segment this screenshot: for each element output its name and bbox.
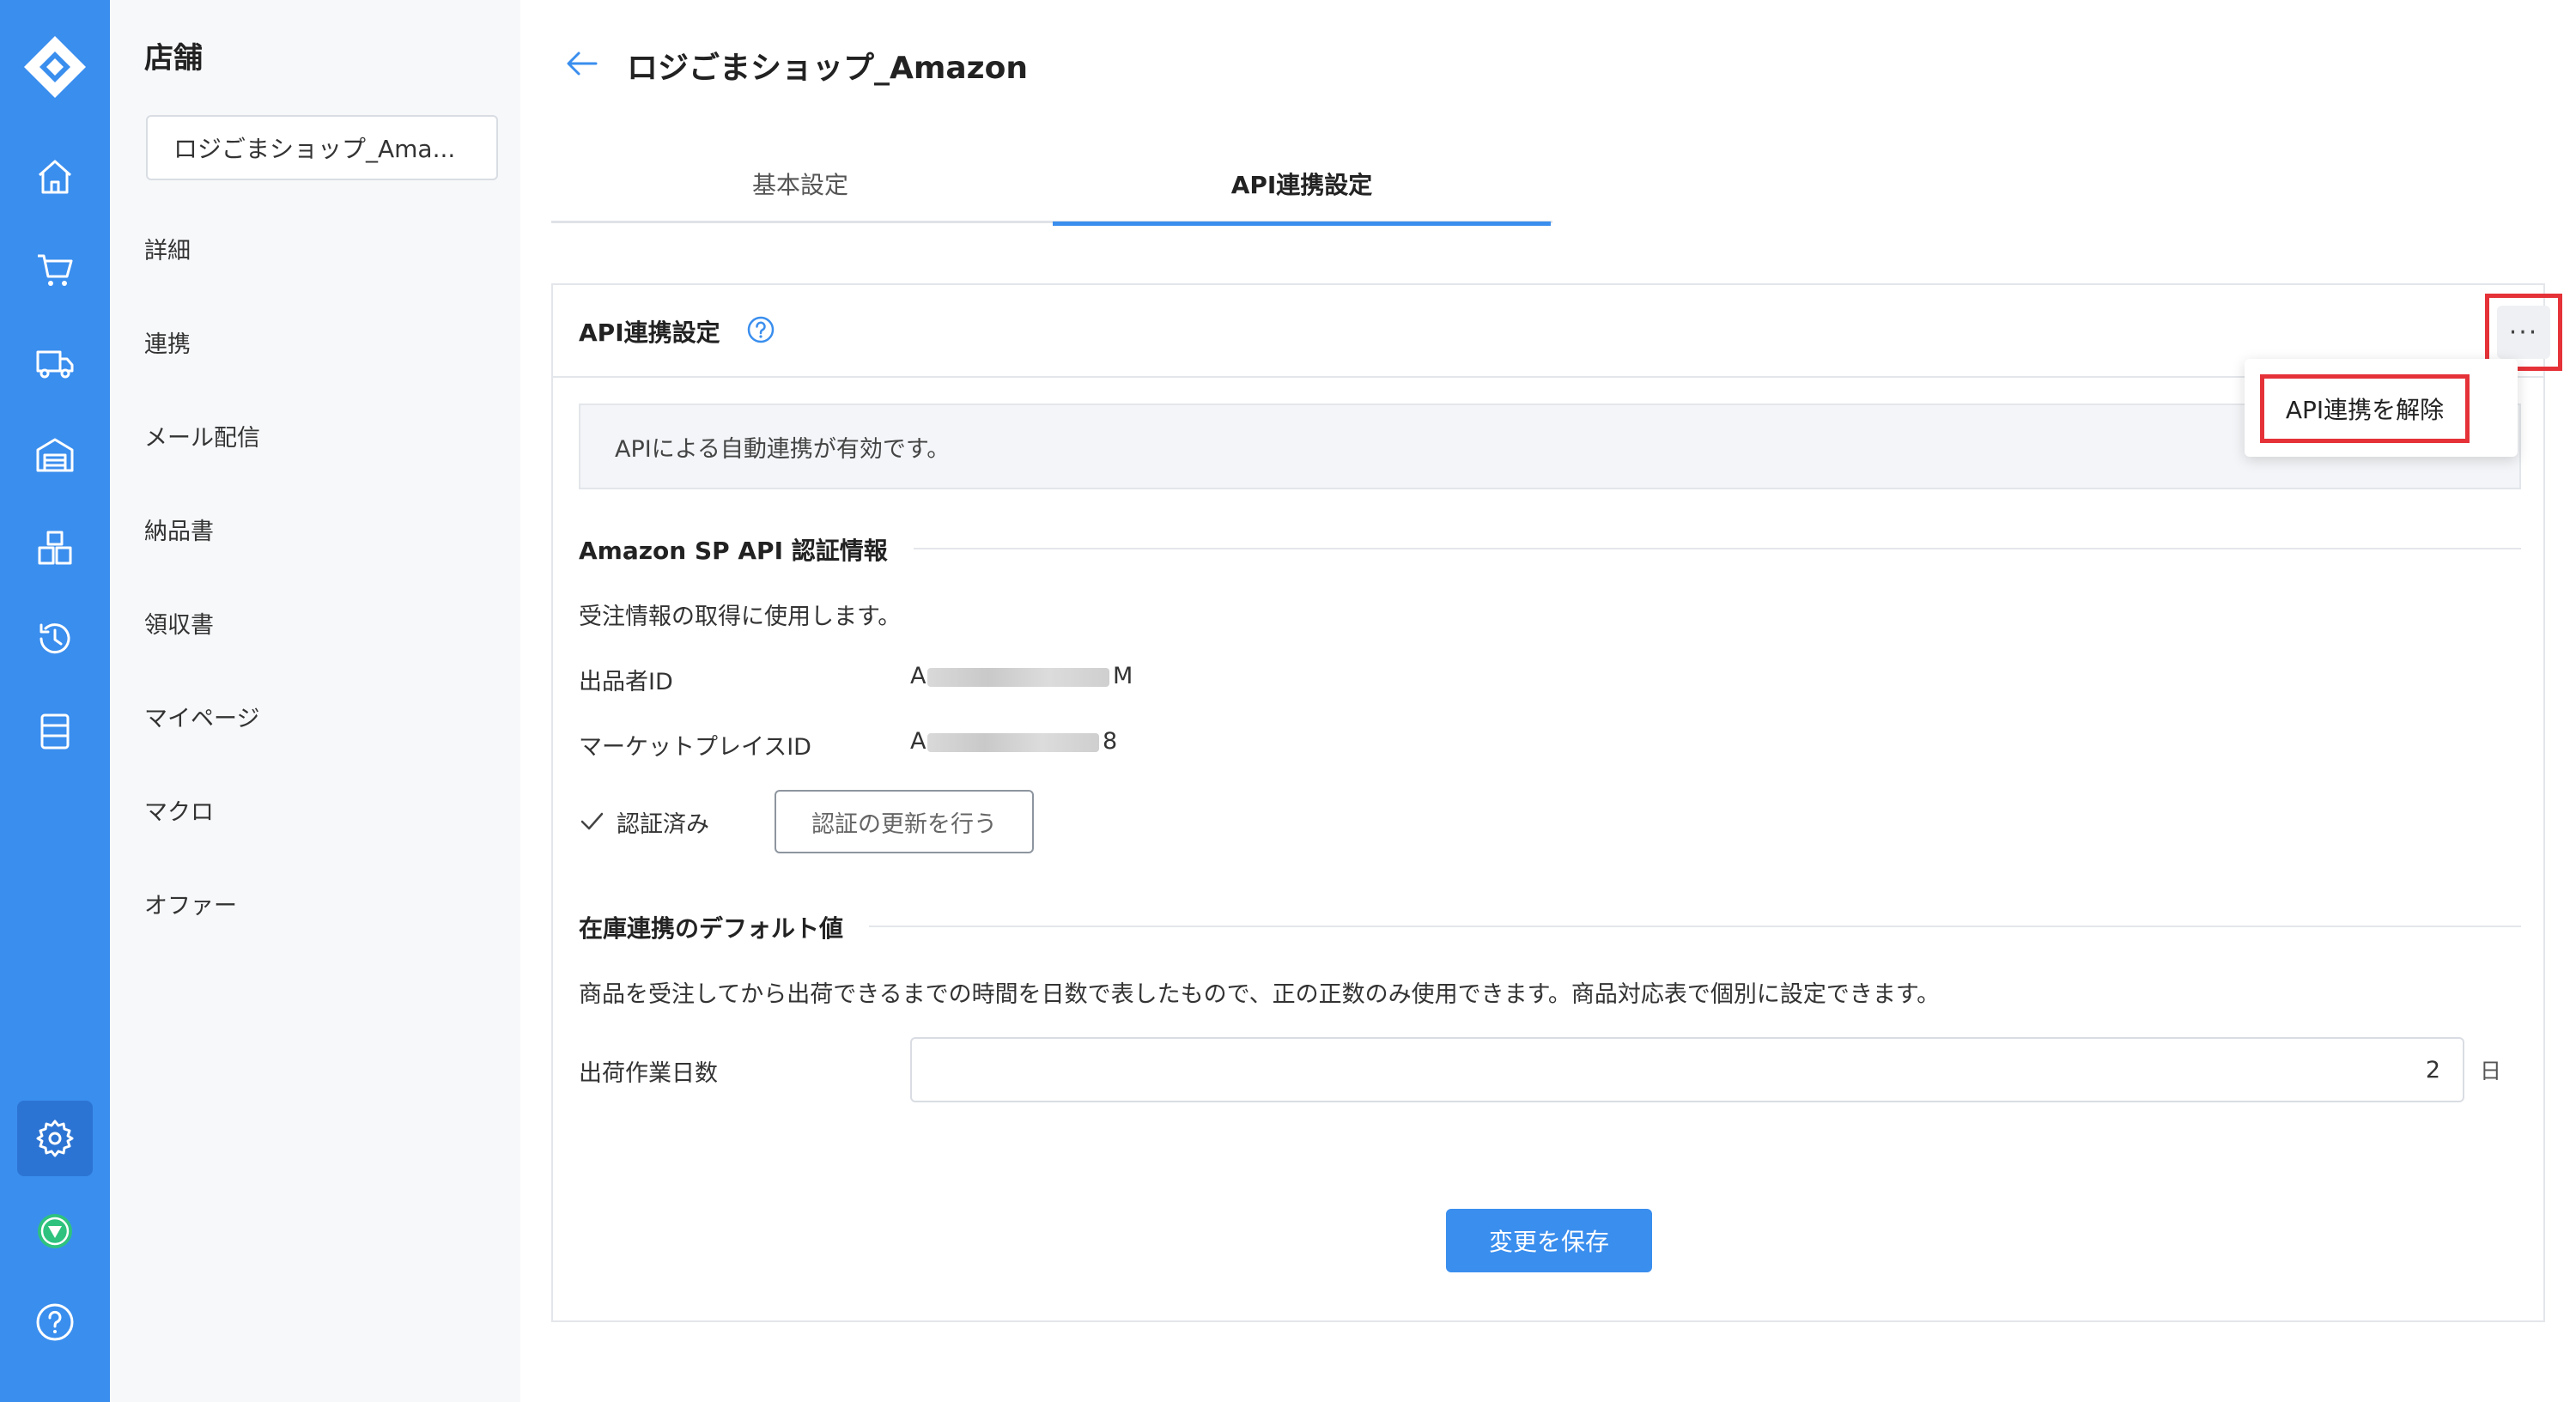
back-arrow-icon[interactable]	[565, 48, 599, 79]
marketplace-id-suffix: 8	[1103, 728, 1118, 755]
renew-auth-button[interactable]: 認証の更新を行う	[775, 790, 1034, 853]
help-circle-icon[interactable]	[21, 1288, 89, 1356]
divider	[579, 926, 2521, 927]
sidebar-item-macro[interactable]: マクロ	[144, 793, 214, 827]
sidebar-title: 店舗	[144, 41, 203, 76]
tab-api-settings[interactable]: API連携設定	[1053, 144, 1551, 226]
boxes-icon[interactable]	[21, 513, 89, 582]
brand-icon[interactable]	[21, 1197, 89, 1265]
shipping-days-input[interactable]: 2	[910, 1037, 2464, 1102]
seller-id-redacted	[927, 668, 1109, 687]
seller-id-suffix: M	[1113, 663, 1133, 689]
truck-icon[interactable]	[21, 328, 89, 397]
settings-icon[interactable]	[17, 1101, 93, 1176]
seller-id-label: 出品者ID	[579, 669, 673, 695]
icon-rail	[0, 0, 110, 1402]
marketplace-id-label: マーケットプレイスID	[579, 734, 811, 761]
home-icon[interactable]	[21, 143, 89, 211]
tab-basic-settings[interactable]: 基本設定	[551, 144, 1049, 223]
store-select[interactable]: ロジごまショップ_Ama...	[146, 115, 498, 180]
more-options-menu: API連携を解除	[2245, 359, 2518, 457]
sidebar-item-mail[interactable]: メール配信	[144, 419, 260, 452]
more-options-button[interactable]: ···	[2497, 306, 2550, 359]
save-button[interactable]: 変更を保存	[1446, 1209, 1652, 1272]
sidebar-item-delivery-note[interactable]: 納品書	[144, 513, 214, 546]
sidebar-item-details[interactable]: 詳細	[144, 232, 191, 265]
main-content: ロジごまショップ_Amazon 基本設定 API連携設定 API連携設定 ···…	[520, 0, 2576, 1402]
sidebar-item-mypage[interactable]: マイページ	[144, 700, 259, 733]
tab-bar: 基本設定 API連携設定	[551, 144, 1552, 226]
history-icon[interactable]	[21, 604, 89, 673]
app-logo-icon[interactable]	[21, 33, 89, 101]
disconnect-api-menu-item[interactable]: API連携を解除	[2260, 374, 2470, 443]
sp-api-description: 受注情報の取得に使用します。	[579, 604, 902, 630]
question-icon[interactable]	[745, 314, 776, 345]
warehouse-icon[interactable]	[21, 421, 89, 489]
settings-sidebar: 店舗 ロジごまショップ_Ama... 詳細 連携 メール配信 納品書 領収書 マ…	[110, 0, 520, 1402]
api-status-notice: APIによる自動連携が有効です。	[579, 404, 2521, 489]
card-title: API連携設定	[579, 319, 720, 347]
marketplace-id-prefix: A	[910, 728, 927, 755]
sidebar-item-receipt[interactable]: 領収書	[144, 606, 214, 640]
seller-id-prefix: A	[910, 663, 927, 689]
cart-icon[interactable]	[21, 235, 89, 304]
check-icon	[579, 809, 605, 835]
marketplace-id-redacted	[927, 733, 1099, 752]
auth-status: 認証済み	[617, 811, 709, 838]
shipping-days-unit: 日	[2480, 1059, 2502, 1083]
inventory-description: 商品を受注してから出荷できるまでの時間を日数で表したもので、正の正数のみ使用でき…	[579, 981, 1941, 1008]
sp-api-section-title: Amazon SP API 認証情報	[579, 532, 914, 567]
sidebar-item-integration[interactable]: 連携	[144, 325, 191, 359]
shipping-days-label: 出荷作業日数	[579, 1060, 718, 1087]
list-icon[interactable]	[21, 697, 89, 766]
sidebar-item-offer[interactable]: オファー	[144, 887, 237, 920]
page-title: ロジごまショップ_Amazon	[627, 51, 1028, 86]
inventory-section-title: 在庫連携のデフォルト値	[579, 910, 870, 944]
